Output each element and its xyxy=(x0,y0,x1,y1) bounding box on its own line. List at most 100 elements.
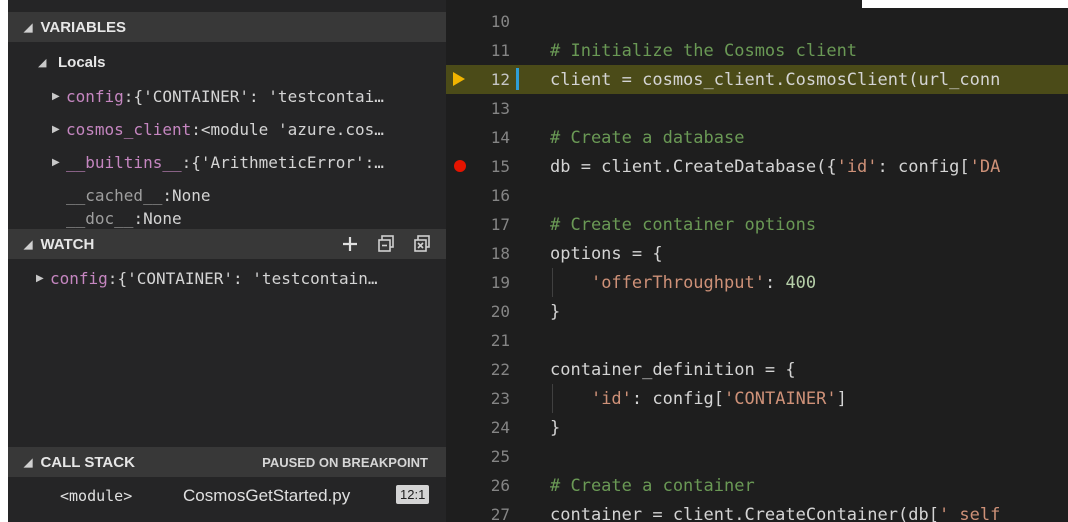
code-token: 'CONTAINER' xyxy=(724,388,837,409)
line-number: 12 xyxy=(490,70,510,89)
chevron-right-icon[interactable]: ▶ xyxy=(52,91,66,102)
line-number: 13 xyxy=(490,99,510,118)
code-token: : config[ xyxy=(877,156,970,177)
line-number: 18 xyxy=(490,244,510,263)
code-token: # Create a database xyxy=(550,127,745,148)
variable-value: None xyxy=(143,209,182,228)
variable-name: config xyxy=(66,86,124,106)
line-number: 24 xyxy=(490,418,510,437)
watch-section-header[interactable]: ◢ WATCH xyxy=(8,229,446,259)
line-number: 22 xyxy=(490,360,510,379)
line-number: 23 xyxy=(490,389,510,408)
remove-all-icon[interactable] xyxy=(412,234,432,254)
variable-name: __builtins__ xyxy=(66,152,182,172)
code-line[interactable]: 18 options = { xyxy=(446,239,1068,268)
line-code: # Create a container xyxy=(550,476,755,496)
line-number: 16 xyxy=(490,186,510,205)
code-line[interactable]: 14 # Create a database xyxy=(446,123,1068,152)
variables-section-header[interactable]: ◢ VARIABLES xyxy=(8,12,446,42)
frame-name: <module> xyxy=(60,487,133,505)
line-code: client = cosmos_client.CosmosClient(url_… xyxy=(550,70,1000,90)
code-line[interactable]: 24} xyxy=(446,413,1068,442)
code-token: '_self xyxy=(938,504,1001,522)
code-line[interactable]: 26 # Create a container xyxy=(446,471,1068,500)
code-token: container = client.CreateContainer(db[ xyxy=(550,504,939,522)
line-code: db = client.CreateDatabase({'id': config… xyxy=(550,157,1000,177)
code-line[interactable]: 17 # Create container options xyxy=(446,210,1068,239)
code-token: 'offerThroughput' xyxy=(590,272,765,293)
code-token: # Create a container xyxy=(550,475,755,496)
code-token: } xyxy=(550,417,561,438)
line-code: } xyxy=(550,418,560,438)
line-code: 'offerThroughput': 400 xyxy=(550,273,816,293)
line-number: 10 xyxy=(490,12,510,31)
chevron-right-icon[interactable]: ▶ xyxy=(52,124,66,135)
code-token: : config[ xyxy=(631,388,725,409)
chevron-right-icon[interactable]: ▶ xyxy=(52,157,66,168)
variable-item[interactable]: __doc__: None xyxy=(8,208,446,228)
variable-value: <module 'azure.cos… xyxy=(200,119,384,139)
code-line[interactable]: 15 db = client.CreateDatabase({'id': conf… xyxy=(446,152,1068,181)
code-line[interactable]: 23 'id': config['CONTAINER'] xyxy=(446,384,1068,413)
collapse-all-icon[interactable] xyxy=(376,234,396,254)
debug-sidebar: ◢ VARIABLES ◢ Locals ▶ config: {'CONTAIN… xyxy=(0,0,446,522)
line-code: # Create a database xyxy=(550,128,744,148)
code-line[interactable]: 19 'offerThroughput': 400 xyxy=(446,268,1068,297)
line-number: 11 xyxy=(490,41,510,60)
code-token: 400 xyxy=(785,272,817,293)
code-line[interactable]: 16 xyxy=(446,181,1068,210)
watch-value: {'CONTAINER': 'testcontain… xyxy=(117,268,378,288)
line-number: 14 xyxy=(490,128,510,147)
call-stack-section-header[interactable]: ◢ CALL STACK PAUSED ON BREAKPOINT xyxy=(8,447,446,477)
code-token: client = cosmos_client.CosmosClient(url_… xyxy=(550,69,1001,90)
code-line[interactable]: 27 container = client.CreateContainer(db[… xyxy=(446,500,1068,522)
code-line[interactable]: 11 # Initialize the Cosmos client xyxy=(446,36,1068,65)
line-number: 21 xyxy=(490,331,510,350)
code-line[interactable]: 12 client = cosmos_client.CosmosClient(ur… xyxy=(446,65,1068,94)
call-stack-frame[interactable]: <module> CosmosGetStarted.py 12:1 xyxy=(8,480,446,512)
line-code: 'id': config['CONTAINER'] xyxy=(550,389,847,409)
code-token: ] xyxy=(836,388,847,409)
code-token: 'id' xyxy=(590,388,632,409)
code-token: db = client.CreateDatabase({ xyxy=(550,156,837,177)
breakpoint-icon[interactable] xyxy=(454,160,466,172)
line-number: 27 xyxy=(490,505,510,522)
variable-item[interactable]: ▶ __builtins__: {'ArithmeticError':… xyxy=(8,146,446,178)
variable-name: __doc__ xyxy=(66,209,134,228)
variable-item[interactable]: ▶ cosmos_client: <module 'azure.cos… xyxy=(8,113,446,145)
code-token: } xyxy=(550,301,561,322)
locals-scope[interactable]: ◢ Locals xyxy=(8,46,446,78)
variable-item[interactable]: ▶ config: {'CONTAINER': 'testcontai… xyxy=(8,80,446,112)
variable-item[interactable]: __cached__: None xyxy=(8,179,446,211)
line-code: options = { xyxy=(550,244,663,264)
add-icon[interactable] xyxy=(340,234,360,254)
chevron-right-icon[interactable]: ▶ xyxy=(36,273,50,284)
paused-status: PAUSED ON BREAKPOINT xyxy=(262,454,428,470)
code-line[interactable]: 20} xyxy=(446,297,1068,326)
code-line[interactable]: 13 xyxy=(446,94,1068,123)
code-line[interactable]: 10 xyxy=(446,7,1068,36)
variable-value: None xyxy=(171,185,211,205)
variables-header-label: VARIABLES xyxy=(40,18,127,36)
line-number: 15 xyxy=(490,157,510,176)
current-breakpoint-icon[interactable] xyxy=(453,72,465,86)
chevron-down-icon: ◢ xyxy=(24,238,33,251)
code-editor[interactable]: 10 11 # Initialize the Cosmos client 12 clie… xyxy=(446,0,1068,522)
line-number: 19 xyxy=(490,273,510,292)
code-line[interactable]: 22 container_definition = { xyxy=(446,355,1068,384)
code-token: : xyxy=(764,272,786,293)
variable-name: __cached__ xyxy=(66,185,163,205)
current-line-indicator xyxy=(516,68,519,90)
variable-name: cosmos_client xyxy=(66,119,192,139)
code-line[interactable]: 25 xyxy=(446,442,1068,471)
call-stack-header-label: CALL STACK xyxy=(40,453,135,471)
line-number: 20 xyxy=(490,302,510,321)
chevron-down-icon: ◢ xyxy=(24,456,33,469)
code-token: # Create container options xyxy=(550,214,817,235)
watch-item[interactable]: ▶ config: {'CONTAINER': 'testcontain… xyxy=(8,262,446,294)
code-line[interactable]: 21 xyxy=(446,326,1068,355)
line-code: container = client.CreateContainer(db['_… xyxy=(550,505,1000,522)
line-code: # Create container options xyxy=(550,215,816,235)
